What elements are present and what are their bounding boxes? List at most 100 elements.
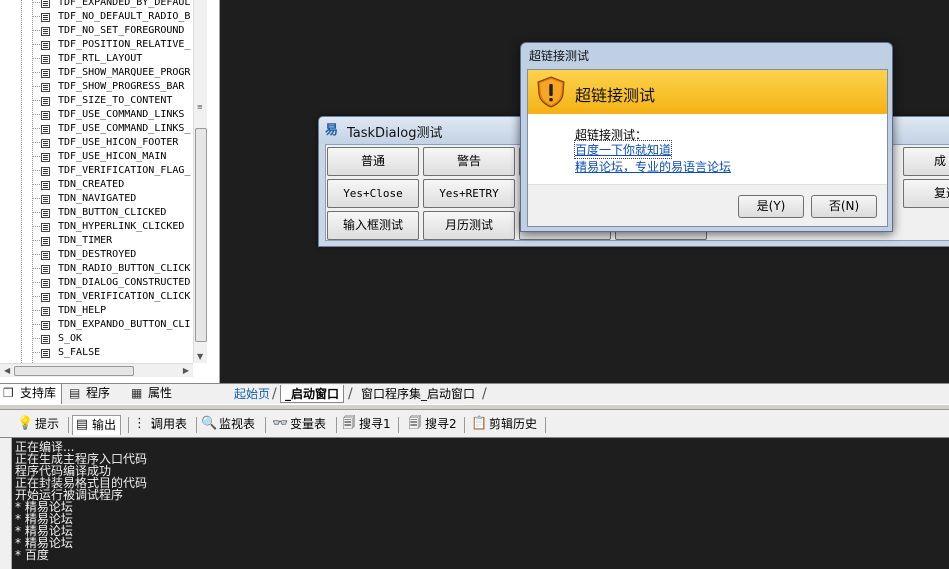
- normal-button[interactable]: 普通: [327, 147, 419, 176]
- tree-item[interactable]: TDN_BUTTON_CLICKED: [0, 206, 193, 220]
- tree-item-label: TDF_USE_COMMAND_LINKS_: [58, 123, 191, 134]
- success-button[interactable]: 成: [903, 147, 949, 176]
- tree-item[interactable]: TDF_USE_HICON_MAIN: [0, 150, 193, 164]
- tree-connector: [32, 318, 40, 325]
- tab-support-library[interactable]: ❒ 支持库: [0, 384, 62, 404]
- tree-item[interactable]: TDN_HELP: [0, 304, 193, 318]
- tree-item[interactable]: TDF_SHOW_PROGRESS_BAR: [0, 80, 193, 94]
- tree-item[interactable]: TDN_DESTROYED: [0, 248, 193, 262]
- tree-item-label: TDN_TIMER: [58, 235, 113, 246]
- tree-item[interactable]: TDF_RTL_LAYOUT: [0, 52, 193, 66]
- yes-close-button[interactable]: Yes+Close: [327, 179, 419, 208]
- input-box-test-button[interactable]: 输入框测试: [327, 211, 419, 240]
- tab-watch[interactable]: 🔍 监视表: [200, 415, 255, 435]
- tab-label: 剪辑历史: [489, 417, 538, 431]
- left-panel-tabs: ❒ 支持库 ▤ 程序 ▦ 属性: [0, 383, 220, 404]
- tree-connector: [32, 10, 40, 17]
- scrollbar-thumb[interactable]: [14, 366, 134, 376]
- window-title: TaskDialog测试: [347, 126, 443, 141]
- dialog-title: 超链接测试: [529, 49, 590, 63]
- checkbox-test-button[interactable]: 复选: [903, 179, 949, 208]
- tab-program[interactable]: ▤ 程序: [66, 384, 122, 404]
- scrollbar-thumb[interactable]: [195, 128, 207, 342]
- tab-label: 提示: [35, 417, 60, 431]
- tree-item-label: TDF_EXPANDED_BY_DEFAUL: [58, 0, 191, 8]
- yes-retry-button[interactable]: Yes+RETRY: [423, 179, 515, 208]
- tree-item-label: TDN_DESTROYED: [58, 249, 137, 260]
- tree-item[interactable]: S_OK: [0, 332, 193, 346]
- tree-item[interactable]: TDF_EXPANDED_BY_DEFAUL: [0, 0, 193, 10]
- tree-item[interactable]: TDF_VERIFICATION_FLAG_: [0, 164, 193, 178]
- tree-item[interactable]: TDN_HYPERLINK_CLICKED: [0, 220, 193, 234]
- tree-item[interactable]: TDN_NAVIGATED: [0, 192, 193, 206]
- constant-icon: [41, 349, 50, 358]
- constant-icon: [41, 265, 50, 274]
- tab-separator: [464, 417, 465, 433]
- tab-clip-history[interactable]: 📋 剪辑历史: [470, 415, 537, 435]
- call-stack-icon: ⋮⋮: [133, 416, 159, 431]
- tree-item[interactable]: TDF_USE_HICON_FOOTER: [0, 136, 193, 150]
- tree-item-label: TDF_USE_HICON_FOOTER: [58, 137, 179, 148]
- tab-hint[interactable]: 💡 提示: [16, 415, 59, 435]
- tree-connector: [32, 24, 40, 31]
- tab-separator: /: [348, 386, 353, 402]
- baidu-link[interactable]: 百度一下你就知道: [573, 140, 673, 159]
- scroll-right-icon[interactable]: ▶: [183, 364, 189, 378]
- warning-shield-icon: [537, 76, 565, 108]
- tab-window-assembly[interactable]: 窗口程序集_启动窗口: [357, 385, 479, 403]
- output-console[interactable]: 正在编译... 正在生成主程序入口代码 程序代码编译成功 正在封装易格式目的代码 开始运…: [0, 438, 949, 569]
- tree-item[interactable]: TDF_SHOW_MARQUEE_PROGR: [0, 66, 193, 80]
- output-line: * 百度: [15, 548, 49, 562]
- tree-item[interactable]: TDN_DIALOG_CONSTRUCTED: [0, 276, 193, 290]
- tree-horizontal-scrollbar[interactable]: ◀ ▶: [0, 363, 193, 377]
- tree-item[interactable]: S_FALSE: [0, 346, 193, 360]
- tree-item-label: TDF_USE_COMMAND_LINKS: [58, 109, 185, 120]
- constant-icon: [41, 279, 50, 288]
- tree-item[interactable]: TDN_TIMER: [0, 234, 193, 248]
- tree-item-label: TDF_RTL_LAYOUT: [58, 53, 143, 64]
- tree-item-label: TDF_POSITION_RELATIVE_: [58, 39, 191, 50]
- tab-separator: [68, 417, 69, 433]
- constant-icon: [41, 13, 50, 22]
- tree-connector: [32, 332, 40, 339]
- constant-icon: [41, 223, 50, 232]
- calendar-test-button[interactable]: 月历测试: [423, 211, 515, 240]
- tab-call-stack[interactable]: ⋮⋮ 调用表: [132, 415, 187, 435]
- scroll-left-icon[interactable]: ◀: [4, 364, 10, 378]
- tree-connector: [32, 192, 40, 199]
- tree-item[interactable]: TDF_POSITION_RELATIVE_: [0, 38, 193, 52]
- constant-icon: [41, 27, 50, 36]
- no-button[interactable]: 否(N): [811, 195, 877, 218]
- tree-item-label: TDN_VERIFICATION_CLICK: [58, 291, 191, 302]
- tree-item[interactable]: TDF_SIZE_TO_CONTENT: [0, 94, 193, 108]
- tab-search2[interactable]: 🗐 搜寻2: [406, 415, 457, 435]
- tree-item[interactable]: TDF_USE_COMMAND_LINKS_: [0, 122, 193, 136]
- tree-item[interactable]: TDF_USE_COMMAND_LINKS: [0, 108, 193, 122]
- tab-start-page[interactable]: 起始页: [230, 385, 274, 403]
- tree-item[interactable]: TDN_VERIFICATION_CLICK: [0, 290, 193, 304]
- tab-properties[interactable]: ▦ 属性: [128, 384, 188, 404]
- constant-icon: [41, 97, 50, 106]
- library-tree[interactable]: TDF_EXPANDED_BY_DEFAUL TDF_NO_DEFAULT_RAD…: [0, 0, 193, 363]
- tree-item-label: TDN_BUTTON_CLICKED: [58, 207, 167, 218]
- tab-startup-window[interactable]: _启动窗口: [280, 385, 345, 403]
- tree-item[interactable]: TDN_EXPANDO_BUTTON_CLI: [0, 318, 193, 332]
- warning-button[interactable]: 警告: [423, 147, 515, 176]
- tree-item[interactable]: TDN_CREATED: [0, 178, 193, 192]
- tree-item[interactable]: TDN_RADIO_BUTTON_CLICK: [0, 262, 193, 276]
- app-icon: 易: [325, 123, 339, 138]
- scroll-down-icon[interactable]: ▼: [197, 352, 203, 361]
- jingyi-forum-link[interactable]: 精易论坛，专业的易语言论坛: [575, 158, 731, 175]
- yes-button[interactable]: 是(Y): [738, 195, 804, 218]
- tab-label: 监视表: [219, 417, 256, 431]
- tree-connector: [32, 290, 40, 297]
- tree-vertical-scrollbar[interactable]: ≡ ▼: [193, 0, 207, 363]
- tab-search1[interactable]: 🗐 搜寻1: [340, 415, 391, 435]
- tab-output[interactable]: ▤ 输出: [72, 415, 122, 435]
- tree-item-label: TDN_NAVIGATED: [58, 193, 137, 204]
- tree-item[interactable]: TDF_NO_SET_FOREGROUND: [0, 24, 193, 38]
- tree-item-label: S_FALSE: [58, 347, 101, 358]
- tree-connector: [32, 206, 40, 213]
- tab-variables[interactable]: 👓 变量表: [271, 415, 326, 435]
- tree-item[interactable]: TDF_NO_DEFAULT_RADIO_B: [0, 10, 193, 24]
